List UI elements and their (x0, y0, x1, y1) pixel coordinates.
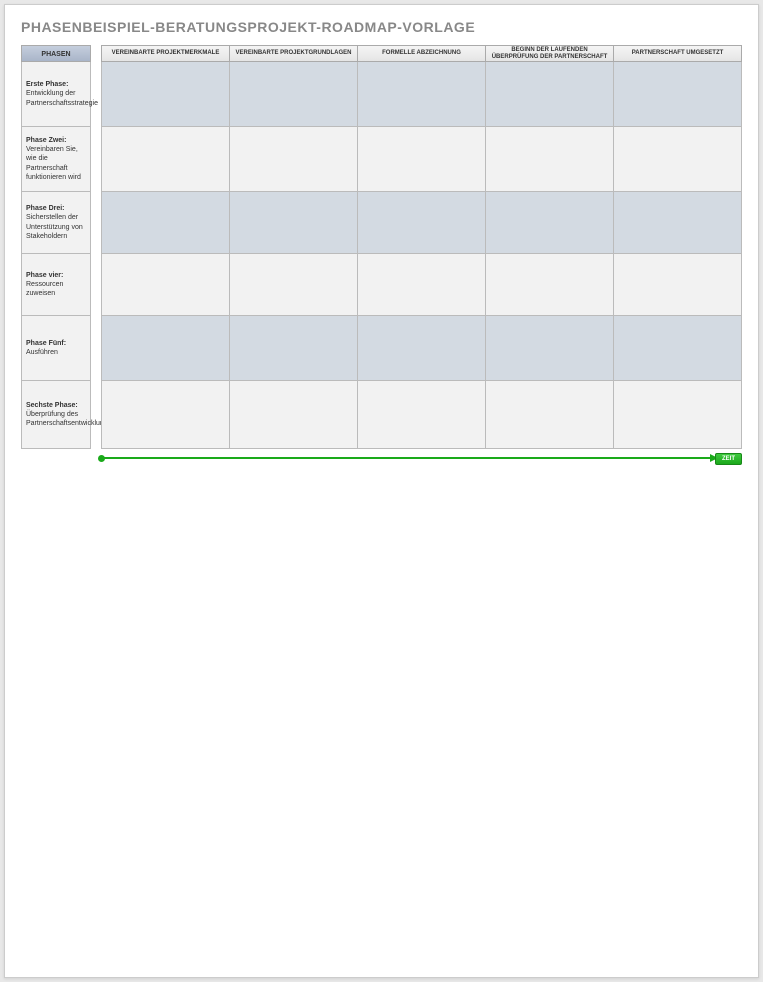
grid-cell[interactable] (614, 62, 742, 127)
grid-cell[interactable] (101, 192, 230, 254)
grid-cell[interactable] (486, 381, 614, 449)
phase-cell: Phase Drei: Sicherstellen der Unterstütz… (21, 192, 91, 254)
grid-area: VEREINBARTE PROJEKTMERKMALE VEREINBARTE … (101, 45, 742, 449)
grid-cell[interactable] (486, 254, 614, 316)
grid-cell[interactable] (230, 381, 358, 449)
grid-cell[interactable] (358, 316, 486, 381)
phase-desc: Sicherstellen der Unterstützung von Stak… (26, 213, 86, 240)
column-header: VEREINBARTE PROJEKTGRUNDLAGEN (230, 45, 358, 62)
phase-name: Phase vier: (26, 271, 86, 280)
grid-cell[interactable] (101, 316, 230, 381)
grid-cell[interactable] (230, 316, 358, 381)
grid-cell[interactable] (358, 254, 486, 316)
grid-cell[interactable] (230, 254, 358, 316)
phase-desc: Ausführen (26, 348, 86, 357)
grid-cell[interactable] (358, 62, 486, 127)
column-header: BEGINN DER LAUFENDEN ÜBERPRÜFUNG DER PAR… (486, 45, 614, 62)
phase-cell: Phase vier: Ressourcen zuweisen (21, 254, 91, 316)
phase-cell: Erste Phase: Entwicklung der Partnerscha… (21, 62, 91, 127)
grid-cell[interactable] (486, 127, 614, 192)
grid-row (101, 192, 742, 254)
timeline-line (101, 457, 712, 459)
grid-cell[interactable] (230, 62, 358, 127)
grid-cell[interactable] (101, 127, 230, 192)
grid-row (101, 381, 742, 449)
grid-cell[interactable] (358, 381, 486, 449)
grid-row (101, 62, 742, 127)
grid-cell[interactable] (614, 316, 742, 381)
grid-cell[interactable] (230, 192, 358, 254)
phase-cell: Sechste Phase: Überprüfung des Partnersc… (21, 381, 91, 449)
grid-cell[interactable] (358, 127, 486, 192)
grid-cell[interactable] (614, 192, 742, 254)
phase-header: PHASEN (21, 45, 91, 62)
grid-cell[interactable] (486, 316, 614, 381)
timeline-label: ZEIT (715, 453, 742, 465)
grid-row (101, 316, 742, 381)
grid-row (101, 254, 742, 316)
timeline: ZEIT (101, 453, 742, 465)
phase-name: Phase Drei: (26, 204, 86, 213)
grid-row (101, 127, 742, 192)
grid-cell[interactable] (230, 127, 358, 192)
grid-cell[interactable] (358, 192, 486, 254)
phase-name: Sechste Phase: (26, 401, 86, 410)
grid-cell[interactable] (614, 127, 742, 192)
grid-cell[interactable] (614, 381, 742, 449)
phase-desc: Vereinbaren Sie, wie die Partnerschaft f… (26, 145, 86, 181)
phase-desc: Überprüfung des Partnerschaftsentwicklun… (26, 410, 86, 428)
phase-cell: Phase Zwei: Vereinbaren Sie, wie die Par… (21, 127, 91, 192)
grid-cell[interactable] (614, 254, 742, 316)
phase-name: Phase Zwei: (26, 136, 86, 145)
phase-desc: Ressourcen zuweisen (26, 280, 86, 298)
grid-cell[interactable] (101, 381, 230, 449)
page-title: PHASENBEISPIEL-BERATUNGSPROJEKT-ROADMAP-… (21, 19, 742, 35)
column-header: FORMELLE ABZEICHNUNG (358, 45, 486, 62)
column-header: PARTNERSCHAFT UMGESETZT (614, 45, 742, 62)
phase-name: Erste Phase: (26, 80, 86, 89)
grid-cell[interactable] (486, 62, 614, 127)
document-page: PHASENBEISPIEL-BERATUNGSPROJEKT-ROADMAP-… (4, 4, 759, 978)
roadmap-container: PHASEN Erste Phase: Entwicklung der Part… (21, 45, 742, 449)
grid-cell[interactable] (486, 192, 614, 254)
grid-cell[interactable] (101, 254, 230, 316)
grid-cell[interactable] (101, 62, 230, 127)
phase-name: Phase Fünf: (26, 339, 86, 348)
column-header: VEREINBARTE PROJEKTMERKMALE (101, 45, 230, 62)
phase-desc: Entwicklung der Partnerschaftsstrategie (26, 89, 86, 107)
grid-header-row: VEREINBARTE PROJEKTMERKMALE VEREINBARTE … (101, 45, 742, 62)
phase-cell: Phase Fünf: Ausführen (21, 316, 91, 381)
phase-column: PHASEN Erste Phase: Entwicklung der Part… (21, 45, 91, 449)
